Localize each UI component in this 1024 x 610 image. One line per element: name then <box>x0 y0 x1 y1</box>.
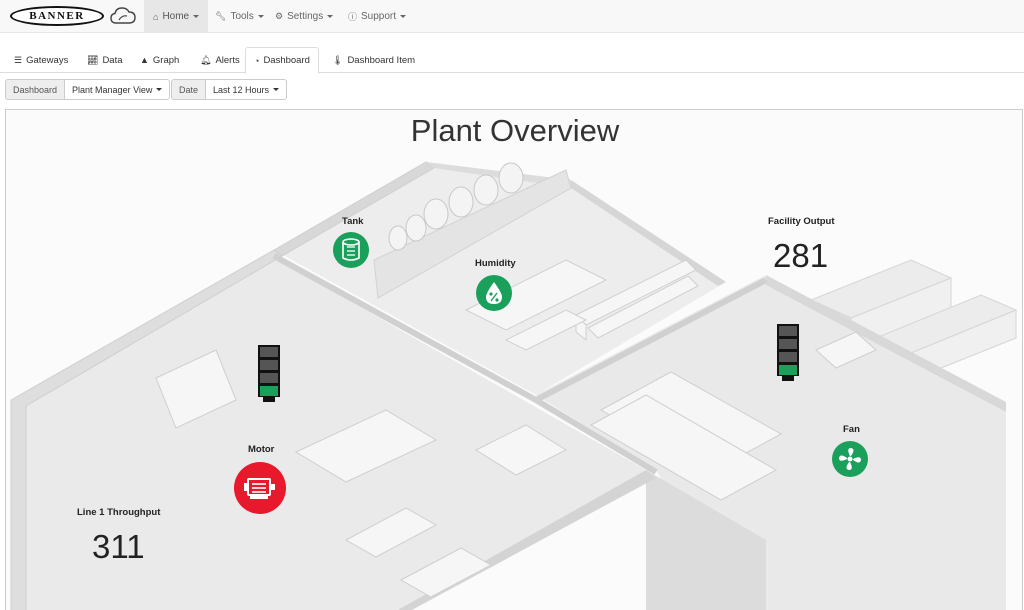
motor-status-widget[interactable] <box>234 462 286 514</box>
date-select-value: Last 12 Hours <box>213 84 270 95</box>
stack-light-segment-lit <box>260 386 278 396</box>
tank-icon <box>342 238 360 261</box>
stack-light-base <box>782 376 794 381</box>
banner-logo[interactable]: BANNER <box>10 6 104 26</box>
stack-light-base <box>263 397 275 402</box>
nav-support-label: Support <box>361 11 397 22</box>
tab-data[interactable]: 📈︎ Data <box>79 47 131 73</box>
stack-light-segment <box>779 352 797 362</box>
tab-dashboard-label: Dashboard <box>263 55 310 66</box>
tab-alerts[interactable]: 🔔︎ Alerts <box>192 47 248 73</box>
humidity-status-widget[interactable] <box>476 275 512 311</box>
tab-data-label: Data <box>102 54 123 66</box>
wrench-icon: 🔧︎ <box>215 11 227 21</box>
tank-label: Tank <box>342 216 364 227</box>
cloud-gauge-icon[interactable] <box>110 5 136 27</box>
nav-support[interactable]: ⓘ Support <box>339 0 415 33</box>
main-tabs: ☰ Gateways 📈︎ Data ▲ Graph 🔔︎ Alerts ◔ Dashbo… <box>0 47 1024 74</box>
list-icon: ☰ <box>14 54 23 65</box>
dashboard-filter: Dashboard Plant Manager View <box>5 79 171 100</box>
humidity-drop-icon <box>486 282 502 304</box>
chevron-down-icon <box>400 15 407 18</box>
fan-label: Fan <box>843 424 860 435</box>
thermometer-icon: 🌡︎ <box>332 54 344 65</box>
tab-dashboard[interactable]: ◔ Dashboard <box>245 47 319 74</box>
plant-floor-image <box>6 110 1022 610</box>
dashboard-select-value: Plant Manager View <box>72 84 153 95</box>
home-icon: ⌂ <box>153 11 159 22</box>
facility-output-label: Facility Output <box>768 216 835 227</box>
info-icon: ⓘ <box>348 12 358 22</box>
facility-output-value: 281 <box>773 237 829 274</box>
chevron-down-icon <box>327 15 334 18</box>
date-filter-label: Date <box>171 79 206 100</box>
tab-gateways-label: Gateways <box>26 54 69 66</box>
dashboard-icon: ◔ <box>254 55 260 66</box>
date-filter: Date Last 12 Hours <box>171 79 288 100</box>
motor-label: Motor <box>248 444 275 455</box>
top-navbar: BANNER ⌂ Home 🔧︎ Tools ⚙ Settings ⓘ Support <box>0 0 1024 33</box>
nav-settings-label: Settings <box>287 11 324 22</box>
stack-light-segment <box>779 339 797 349</box>
line-chart-icon: 📈︎ <box>87 54 99 65</box>
dashboard-canvas: Plant Overview Tank Humidity Facility Ou… <box>5 109 1023 610</box>
chevron-down-icon <box>156 88 163 91</box>
nav-tools-label: Tools <box>230 11 254 22</box>
logo-text: BANNER <box>29 10 85 22</box>
humidity-label: Humidity <box>475 258 516 269</box>
stack-light-left[interactable] <box>258 345 280 402</box>
stack-light-segment <box>260 373 278 383</box>
tab-alerts-label: Alerts <box>215 54 240 66</box>
nav-settings[interactable]: ⚙ Settings <box>266 0 342 33</box>
nav-tools[interactable]: 🔧︎ Tools <box>206 0 273 33</box>
nav-home[interactable]: ⌂ Home <box>144 0 209 33</box>
area-chart-icon: ▲ <box>140 55 149 65</box>
bell-icon: 🔔︎ <box>200 54 212 65</box>
cogs-icon: ⚙ <box>275 11 284 21</box>
tab-dashboard-item[interactable]: 🌡︎ Dashboard Item <box>324 47 423 73</box>
stack-light-segment <box>260 360 278 370</box>
tab-graph-label: Graph <box>152 54 180 66</box>
date-select[interactable]: Last 12 Hours <box>205 79 288 100</box>
dashboard-title: Plant Overview <box>410 113 620 148</box>
chevron-down-icon <box>273 88 280 91</box>
fan-status-widget[interactable] <box>832 441 868 477</box>
nav-home-label: Home <box>162 11 190 22</box>
dashboard-filter-label: Dashboard <box>5 79 65 100</box>
line1-throughput-value: 311 <box>92 528 145 565</box>
dashboard-select[interactable]: Plant Manager View <box>64 79 171 100</box>
chevron-down-icon <box>193 15 200 18</box>
line1-throughput-label: Line 1 Throughput <box>77 507 161 518</box>
stack-light-segment <box>779 326 797 336</box>
stack-light-segment-lit <box>779 365 797 375</box>
tank-status-widget[interactable] <box>333 232 369 268</box>
tab-graph[interactable]: ▲ Graph <box>132 47 187 73</box>
tab-dashboard-item-label: Dashboard Item <box>347 54 416 66</box>
fan-icon <box>839 448 861 470</box>
tab-gateways[interactable]: ☰ Gateways <box>6 47 76 73</box>
motor-icon <box>244 478 275 499</box>
stack-light-right[interactable] <box>777 324 799 381</box>
stack-light-segment <box>260 347 278 357</box>
chevron-down-icon <box>257 15 264 18</box>
